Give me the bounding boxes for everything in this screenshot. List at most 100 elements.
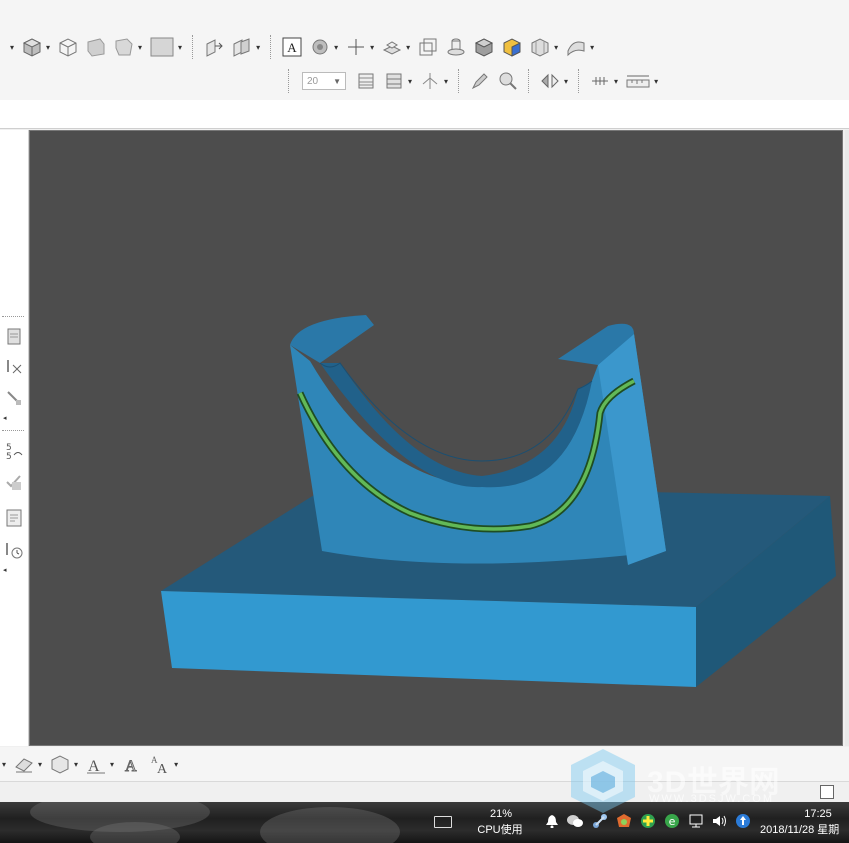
viewport-right-edge bbox=[845, 130, 849, 746]
3d-viewport[interactable] bbox=[29, 130, 843, 746]
dropdown-arrow-icon[interactable]: ▾ bbox=[654, 77, 658, 86]
grid-icon[interactable] bbox=[588, 69, 612, 93]
dropdown-arrow-icon[interactable]: ▾ bbox=[256, 43, 260, 52]
bottom-toolbar: ▾ ▾ ▾ A ▾ A AA ▾ bbox=[0, 747, 849, 782]
dropdown-arrow-icon[interactable]: ▾ bbox=[614, 77, 618, 86]
toolbar-separator bbox=[288, 69, 290, 93]
mirror-icon[interactable] bbox=[538, 69, 562, 93]
chevron-down-icon: ▼ bbox=[333, 76, 341, 86]
slice-icon[interactable] bbox=[354, 69, 378, 93]
window-restore-icon[interactable] bbox=[820, 785, 834, 799]
expand-arrow-icon[interactable]: ◂ bbox=[3, 566, 7, 574]
dropdown-arrow-icon[interactable]: ▾ bbox=[554, 43, 558, 52]
left-tool-panel: ◂ 55 ◂ bbox=[0, 130, 29, 746]
shaded-cube-icon[interactable] bbox=[472, 35, 496, 59]
svg-text:A: A bbox=[157, 762, 168, 775]
notification-bell-icon[interactable] bbox=[544, 813, 560, 829]
tool-path-icon[interactable] bbox=[308, 35, 332, 59]
svg-text:5: 5 bbox=[6, 452, 12, 460]
toolbar-separator bbox=[528, 69, 530, 93]
cylinder-icon[interactable] bbox=[444, 35, 468, 59]
browser-e-icon[interactable]: e bbox=[664, 813, 680, 829]
move-tool-icon[interactable] bbox=[2, 386, 26, 410]
toolbar-separator bbox=[270, 35, 272, 59]
dropdown-arrow-icon[interactable]: ▾ bbox=[590, 43, 594, 52]
ruler-icon[interactable] bbox=[624, 69, 652, 93]
expand-arrow-icon[interactable]: ◂ bbox=[3, 414, 7, 422]
delete-tool-icon[interactable] bbox=[2, 354, 26, 378]
undo-steps-icon[interactable]: 55 bbox=[2, 438, 26, 462]
zoom-select[interactable]: 20 ▼ bbox=[302, 72, 346, 90]
plus-app-icon[interactable] bbox=[640, 813, 656, 829]
mesh-icon[interactable] bbox=[528, 35, 552, 59]
dropdown-arrow-icon[interactable]: ▾ bbox=[370, 43, 374, 52]
material-cube-icon[interactable] bbox=[500, 35, 524, 59]
dropdown-arrow-icon[interactable]: ▾ bbox=[444, 77, 448, 86]
clock-date[interactable]: 2018/11/28 星期 bbox=[760, 824, 849, 837]
box-select-icon[interactable] bbox=[48, 752, 72, 776]
dropdown-arrow-icon[interactable]: ▾ bbox=[406, 43, 410, 52]
cpu-percent: 21% bbox=[489, 808, 513, 820]
wallpaper-blur bbox=[260, 807, 400, 843]
security-shield-icon[interactable] bbox=[616, 813, 632, 829]
extrude-icon[interactable] bbox=[202, 35, 226, 59]
svg-text:A: A bbox=[287, 40, 297, 55]
wechat-icon[interactable] bbox=[567, 813, 583, 829]
paste-icon[interactable] bbox=[2, 324, 26, 348]
dropdown-arrow-icon[interactable]: ▾ bbox=[178, 43, 182, 52]
surface-icon[interactable] bbox=[564, 35, 588, 59]
toolbar-row-1: ▾ ▾ ▾ ▾ ▾ A ▾ ▾ ▾ ▾ ▾ bbox=[0, 30, 598, 64]
check-tool-icon[interactable] bbox=[2, 470, 26, 494]
panel-separator bbox=[2, 316, 24, 317]
hidden-line-icon[interactable] bbox=[112, 35, 136, 59]
network-share-icon[interactable] bbox=[592, 813, 608, 829]
solid-box-icon[interactable] bbox=[20, 35, 44, 59]
toolbar-row-2: 20 ▼ ▾ ▾ ▾ ▾ ▾ bbox=[282, 64, 662, 98]
toolbar-separator bbox=[578, 69, 580, 93]
dropdown-arrow-icon[interactable]: ▾ bbox=[408, 77, 412, 86]
pen-icon[interactable] bbox=[468, 69, 492, 93]
magnet-icon[interactable] bbox=[496, 69, 520, 93]
view-strip bbox=[0, 100, 849, 129]
toolbar-separator bbox=[192, 35, 194, 59]
erase-icon[interactable] bbox=[12, 752, 36, 776]
dropdown-arrow-icon[interactable]: ▾ bbox=[2, 760, 6, 769]
text-outline-icon[interactable]: A bbox=[120, 752, 144, 776]
model-render bbox=[161, 315, 836, 687]
layer-stack-icon[interactable] bbox=[380, 35, 404, 59]
layers-icon[interactable] bbox=[382, 69, 406, 93]
volume-icon[interactable] bbox=[711, 813, 727, 829]
wireframe-box-icon[interactable] bbox=[56, 35, 80, 59]
boolean-icon[interactable] bbox=[230, 35, 254, 59]
dropdown-arrow-icon[interactable]: ▾ bbox=[138, 43, 142, 52]
dropdown-arrow-icon[interactable]: ▾ bbox=[38, 760, 42, 769]
tree-icon[interactable] bbox=[418, 69, 442, 93]
cube-outline-icon[interactable] bbox=[416, 35, 440, 59]
view-rect-icon[interactable] bbox=[148, 35, 176, 59]
panel-separator bbox=[2, 430, 24, 431]
report-icon[interactable] bbox=[2, 506, 26, 530]
text-style-icon[interactable]: A bbox=[84, 752, 108, 776]
dropdown-arrow-icon[interactable]: ▾ bbox=[46, 43, 50, 52]
toolbar-separator bbox=[458, 69, 460, 93]
main-toolbar-area: ▾ ▾ ▾ ▾ ▾ A ▾ ▾ ▾ ▾ ▾ 20 ▼ ▾ ▾ ▾ ▾ ▾ bbox=[0, 0, 849, 101]
display-icon[interactable] bbox=[688, 813, 704, 829]
update-arrow-icon[interactable] bbox=[735, 813, 751, 829]
dropdown-arrow-icon[interactable]: ▾ bbox=[110, 760, 114, 769]
clock-time[interactable]: 17:25 bbox=[788, 808, 848, 821]
keyboard-icon[interactable] bbox=[434, 816, 452, 828]
text-icon[interactable]: A bbox=[280, 35, 304, 59]
flat-shade-icon[interactable] bbox=[84, 35, 108, 59]
svg-text:e: e bbox=[669, 815, 676, 828]
text-transform-icon[interactable]: AA bbox=[148, 752, 172, 776]
svg-text:A: A bbox=[125, 758, 137, 775]
dropdown-arrow-icon[interactable]: ▾ bbox=[74, 760, 78, 769]
axis-cross-icon[interactable] bbox=[344, 35, 368, 59]
dropdown-arrow-icon[interactable]: ▾ bbox=[10, 43, 14, 52]
dropdown-arrow-icon[interactable]: ▾ bbox=[334, 43, 338, 52]
svg-text:A: A bbox=[88, 758, 100, 775]
dropdown-arrow-icon[interactable]: ▾ bbox=[174, 760, 178, 769]
dropdown-arrow-icon[interactable]: ▾ bbox=[564, 77, 568, 86]
schedule-icon[interactable] bbox=[2, 538, 26, 562]
status-strip bbox=[0, 782, 849, 802]
